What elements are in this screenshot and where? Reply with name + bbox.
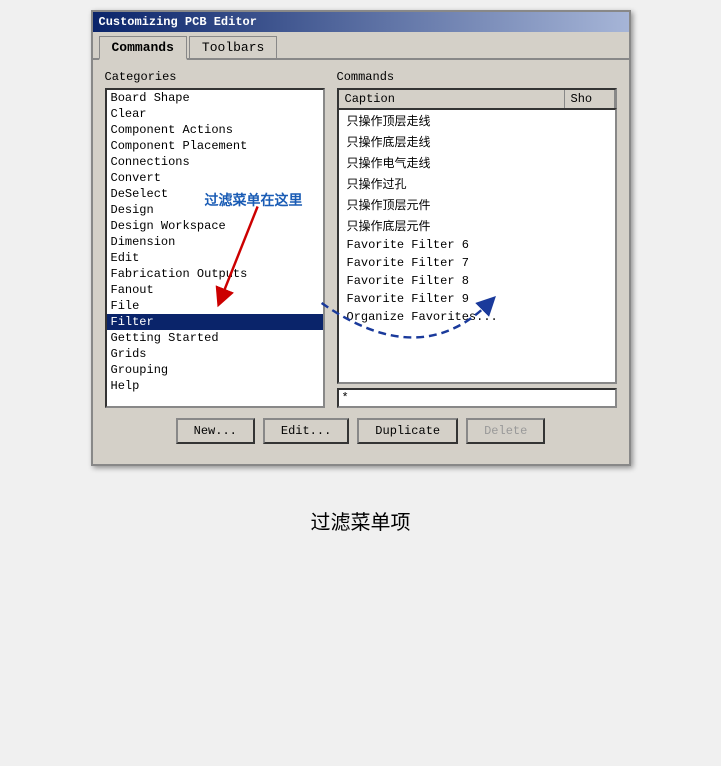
list-item[interactable]: Convert [107,170,323,186]
list-item[interactable]: Fabrication Outputs [107,266,323,282]
command-item[interactable]: Organize Favorites... [339,308,615,326]
categories-listbox[interactable]: Board Shape Clear Component Actions Comp… [105,88,325,408]
command-item[interactable]: 只操作顶层走线 [339,110,615,131]
list-item[interactable]: Component Actions [107,122,323,138]
delete-button[interactable]: Delete [466,418,545,444]
new-button[interactable]: New... [176,418,255,444]
tab-toolbars[interactable]: Toolbars [189,36,277,58]
list-item[interactable]: Connections [107,154,323,170]
list-item[interactable]: Edit [107,250,323,266]
list-item[interactable]: Fanout [107,282,323,298]
button-row: New... Edit... Duplicate Delete [105,418,617,454]
command-item[interactable]: 只操作顶层元件 [339,194,615,215]
commands-panel: Commands Caption Sho 只操作顶层走线 只操作底层走线 只操作… [337,70,617,408]
main-columns: 过滤菜单在这里 Categories Board Shape Clear Com… [105,70,617,408]
customizing-pcb-editor-window: Customizing PCB Editor Commands Toolbars [91,10,631,466]
list-item[interactable]: Component Placement [107,138,323,154]
command-item[interactable]: Favorite Filter 9 [339,290,615,308]
tab-bar: Commands Toolbars [93,32,629,60]
list-item[interactable]: Design [107,202,323,218]
edit-button[interactable]: Edit... [263,418,349,444]
list-item[interactable]: DeSelect [107,186,323,202]
tab-content: 过滤菜单在这里 Categories Board Shape Clear Com… [93,60,629,464]
list-item[interactable]: Design Workspace [107,218,323,234]
title-bar: Customizing PCB Editor [93,12,629,32]
list-item[interactable]: Getting Started [107,330,323,346]
command-item[interactable]: Favorite Filter 7 [339,254,615,272]
bottom-annotation-label: 过滤菜单项 [311,506,411,536]
list-item[interactable]: Grouping [107,362,323,378]
list-item-filter[interactable]: Filter [107,314,323,330]
duplicate-button[interactable]: Duplicate [357,418,458,444]
window-title: Customizing PCB Editor [99,15,257,29]
command-item[interactable]: 只操作电气走线 [339,152,615,173]
filter-input-row [337,388,617,408]
categories-panel: Categories Board Shape Clear Component A… [105,70,325,408]
command-item[interactable]: 只操作过孔 [339,173,615,194]
tab-commands[interactable]: Commands [99,36,187,60]
caption-header: Caption [339,90,565,108]
commands-header: Caption Sho [337,88,617,108]
commands-label: Commands [337,70,617,84]
list-item[interactable]: Board Shape [107,90,323,106]
command-item[interactable]: Favorite Filter 8 [339,272,615,290]
categories-label: Categories [105,70,325,84]
command-item[interactable]: 只操作底层元件 [339,215,615,236]
list-item[interactable]: File [107,298,323,314]
list-item[interactable]: Clear [107,106,323,122]
list-item[interactable]: Dimension [107,234,323,250]
list-item[interactable]: Help [107,378,323,394]
command-item[interactable]: 只操作底层走线 [339,131,615,152]
commands-listbox[interactable]: 只操作顶层走线 只操作底层走线 只操作电气走线 只操作过孔 只操作顶层元件 只操… [337,108,617,384]
list-item[interactable]: Grids [107,346,323,362]
command-item[interactable]: Favorite Filter 6 [339,236,615,254]
filter-input[interactable] [337,388,617,408]
shortcut-header: Sho [565,90,615,108]
